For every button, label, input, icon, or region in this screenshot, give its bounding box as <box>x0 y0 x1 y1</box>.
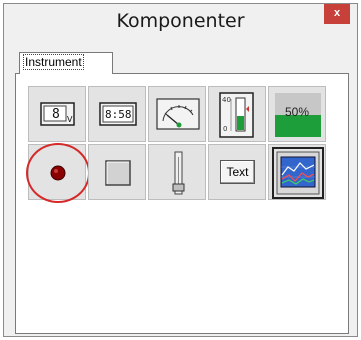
button-icon <box>105 160 131 186</box>
components-window: Komponenter x Instrument 8 V 8:58 40 0 5… <box>3 3 358 337</box>
digit-display-value: 8 <box>52 107 60 122</box>
window-title: Komponenter <box>116 10 245 32</box>
led-icon <box>50 165 66 181</box>
digit-display-icon: 8 V <box>40 102 75 126</box>
clock-display-icon: 8:58 <box>99 102 137 126</box>
title-bar[interactable]: Komponenter x <box>4 4 357 42</box>
clock-display-value: 8:58 <box>105 108 132 121</box>
tool-push-button[interactable] <box>88 144 146 200</box>
tool-clock-display[interactable]: 8:58 <box>88 86 146 142</box>
tab-instrument[interactable]: Instrument <box>19 52 113 74</box>
tool-led-indicator[interactable] <box>26 143 90 203</box>
bar-meter-min: 0 <box>223 125 227 133</box>
text-icon: Text <box>220 160 255 184</box>
close-button[interactable]: x <box>324 4 350 24</box>
tool-analog-gauge[interactable] <box>148 86 206 142</box>
gauge-icon <box>156 98 200 130</box>
window-client-area: Instrument 8 V 8:58 40 0 50% Text <box>11 42 351 334</box>
bar-meter-icon: 40 0 <box>219 92 254 138</box>
graph-icon <box>272 147 324 199</box>
digit-display-unit: V <box>67 115 73 124</box>
tool-chart-graph[interactable] <box>268 144 326 200</box>
tool-percent-indicator[interactable]: 50% <box>268 86 326 142</box>
tool-slider[interactable] <box>148 144 206 200</box>
bar-meter-fill <box>237 116 244 130</box>
instrument-panel: 8 V 8:58 40 0 50% Text <box>15 73 349 334</box>
tool-text-label[interactable]: Text <box>208 144 266 200</box>
tab-instrument-label: Instrument <box>23 54 84 70</box>
bar-meter-max: 40 <box>222 96 231 104</box>
tool-digital-display[interactable]: 8 V <box>28 86 86 142</box>
tool-bar-meter[interactable]: 40 0 <box>208 86 266 142</box>
percent-label: 50% <box>284 105 310 119</box>
slider-icon <box>172 151 185 195</box>
